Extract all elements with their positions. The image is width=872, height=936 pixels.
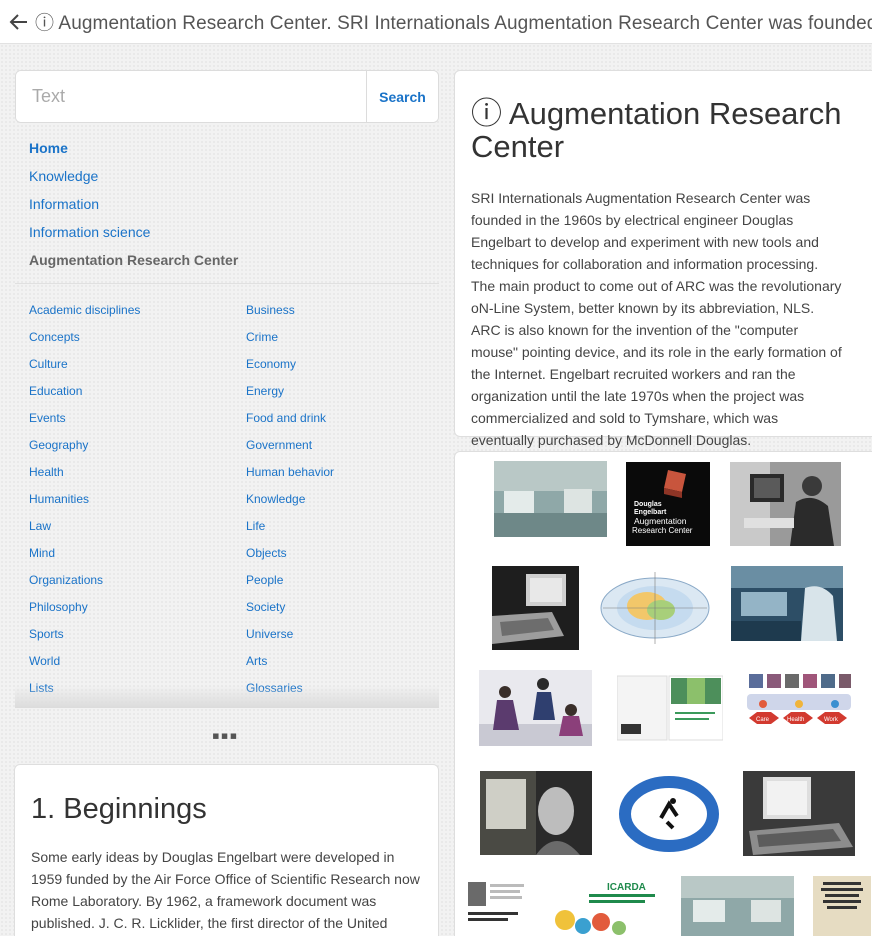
show-more-button[interactable]: ▪▪▪ — [212, 725, 238, 747]
hex-label: Care — [756, 717, 770, 723]
divider — [15, 283, 439, 284]
gallery-image[interactable] — [617, 670, 723, 746]
arrow-left-icon — [9, 13, 27, 30]
breadcrumb-information-science[interactable]: Information science — [29, 222, 238, 250]
topic-link[interactable]: Energy — [246, 379, 439, 406]
breadcrumb: Home Knowledge Information Information s… — [29, 138, 238, 278]
topic-link[interactable]: Arts — [246, 649, 439, 676]
gallery-image[interactable]: Douglas Engelbart Augmentation Research … — [626, 462, 710, 546]
topic-link[interactable]: Government — [246, 433, 439, 460]
article-title: ⓘ Augmentation Research Center — [471, 96, 842, 164]
article-card: ⓘ Augmentation Research Center SRI Inter… — [454, 70, 872, 448]
image-gallery: Douglas Engelbart Augmentation Research … — [454, 451, 872, 936]
topic-link[interactable]: Universe — [246, 622, 439, 649]
breadcrumb-knowledge[interactable]: Knowledge — [29, 166, 238, 194]
topic-link[interactable]: Sports — [29, 622, 246, 649]
section-title: 1. Beginnings — [31, 793, 207, 825]
svg-text:Douglas: Douglas — [634, 501, 662, 508]
article-text: SRI Internationals Augmentation Research… — [471, 190, 842, 448]
topic-link[interactable]: Academic disciplines — [29, 298, 246, 325]
breadcrumb-current: Augmentation Research Center — [29, 252, 239, 268]
topic-link[interactable]: Organizations — [29, 568, 246, 595]
svg-text:Engelbart: Engelbart — [634, 509, 667, 516]
breadcrumb-home[interactable]: Home — [29, 138, 238, 166]
gallery-image[interactable] — [731, 566, 843, 641]
gallery-image[interactable] — [480, 771, 592, 855]
gallery-image[interactable] — [466, 876, 528, 936]
topic-link[interactable]: Mind — [29, 541, 246, 568]
topic-link[interactable]: Philosophy — [29, 595, 246, 622]
topic-link[interactable]: Knowledge — [246, 487, 439, 514]
hex-label: Work — [824, 717, 839, 723]
topic-link[interactable]: Concepts — [29, 325, 246, 352]
gallery-image[interactable] — [813, 876, 871, 936]
topic-link[interactable]: Events — [29, 406, 246, 433]
search-bar: Search — [15, 70, 439, 123]
topic-link[interactable]: Business — [246, 298, 439, 325]
svg-text:Research Center: Research Center — [632, 526, 693, 535]
gallery-image[interactable] — [743, 771, 855, 856]
topic-link[interactable]: Law — [29, 514, 246, 541]
top-bar: ⓘ Augmentation Research Center. SRI Inte… — [0, 0, 872, 44]
topic-link[interactable]: Humanities — [29, 487, 246, 514]
gallery-image[interactable] — [615, 772, 722, 854]
topic-link[interactable]: World — [29, 649, 246, 676]
gallery-image[interactable] — [730, 462, 841, 546]
topic-list-fade — [15, 686, 439, 708]
topic-list: Academic disciplines Business Concepts C… — [15, 298, 439, 708]
gallery-image[interactable] — [681, 876, 794, 936]
hex-label: Health — [787, 717, 804, 723]
topic-link[interactable]: Geography — [29, 433, 246, 460]
topic-link[interactable]: Human behavior — [246, 460, 439, 487]
topic-link[interactable]: Life — [246, 514, 439, 541]
page-header-title: ⓘ Augmentation Research Center. SRI Inte… — [35, 13, 872, 34]
gallery-image[interactable]: ICARDA — [549, 876, 661, 936]
search-input[interactable] — [16, 71, 366, 122]
topic-link[interactable]: Objects — [246, 541, 439, 568]
topic-link[interactable]: Culture — [29, 352, 246, 379]
gallery-image[interactable] — [494, 461, 607, 537]
search-button[interactable]: Search — [366, 71, 438, 122]
topic-link[interactable]: People — [246, 568, 439, 595]
svg-text:Augmentation: Augmentation — [634, 516, 687, 526]
topic-link[interactable]: Food and drink — [246, 406, 439, 433]
topic-link[interactable]: Education — [29, 379, 246, 406]
gallery-image[interactable] — [599, 568, 711, 646]
gallery-image[interactable] — [479, 670, 592, 746]
icarda-logo-text: ICARDA — [607, 882, 646, 893]
topic-link[interactable]: Economy — [246, 352, 439, 379]
topic-link[interactable]: Health — [29, 460, 246, 487]
gallery-image[interactable]: Care Health Work — [743, 670, 855, 738]
gallery-image[interactable] — [492, 566, 579, 650]
topic-link[interactable]: Crime — [246, 325, 439, 352]
section-card: 1. Beginnings Some early ideas by Dougla… — [14, 764, 439, 936]
back-button[interactable] — [9, 9, 29, 35]
breadcrumb-information[interactable]: Information — [29, 194, 238, 222]
topic-link[interactable]: Society — [246, 595, 439, 622]
section-text: Some early ideas by Douglas Engelbart we… — [31, 849, 420, 931]
